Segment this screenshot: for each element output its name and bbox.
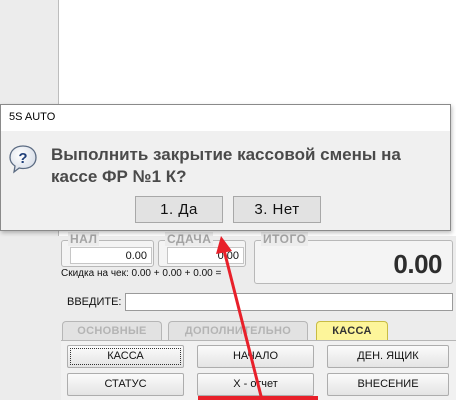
status-button[interactable]: СТАТУС bbox=[67, 373, 184, 396]
vnesenie-button[interactable]: ВНЕСЕНИЕ bbox=[327, 373, 449, 396]
dialog-titlebar[interactable]: 5S AUTO bbox=[1, 105, 450, 131]
tab-kassa[interactable]: КАССА bbox=[316, 321, 388, 340]
svg-text:?: ? bbox=[18, 150, 27, 167]
kassa-tab-panel: КАССА НАЧАЛО ДЕН. ЯЩИК СТАТУС Х - отчет … bbox=[61, 340, 456, 400]
tab-osnovnye[interactable]: ОСНОВНЫЕ bbox=[62, 321, 162, 340]
x-otchet-button[interactable]: Х - отчет bbox=[197, 373, 314, 396]
no-button[interactable]: 3. Нет bbox=[233, 196, 321, 223]
kassa-button[interactable]: КАССА bbox=[67, 345, 184, 368]
discount-line: Скидка на чек: 0.00 + 0.00 + 0.00 = bbox=[61, 268, 222, 279]
confirm-dialog: 5S AUTO ? Выполнить закрытие кассовой см… bbox=[0, 104, 451, 231]
sdacha-label: СДАЧА bbox=[165, 232, 214, 246]
itogo-value: 0.00 bbox=[393, 249, 442, 279]
nachalo-button[interactable]: НАЧАЛО bbox=[197, 345, 314, 368]
input-label: ВВЕДИТЕ: bbox=[67, 296, 122, 308]
question-icon: ? bbox=[9, 145, 37, 174]
sdacha-group: СДАЧА 0.00 bbox=[158, 232, 246, 267]
nal-label: НАЛ bbox=[68, 232, 100, 246]
tab-dopolnitelno[interactable]: ДОПОЛНИТЕЛЬНО bbox=[168, 321, 308, 340]
dialog-message: Выполнить закрытие кассовой смены на кас… bbox=[51, 145, 401, 186]
dialog-title: 5S AUTO bbox=[9, 111, 56, 123]
nal-group: НАЛ 0.00 bbox=[61, 232, 154, 267]
den-yashik-button[interactable]: ДЕН. ЯЩИК bbox=[327, 345, 449, 368]
command-input[interactable] bbox=[125, 293, 453, 311]
nal-value[interactable]: 0.00 bbox=[70, 247, 152, 264]
yes-button[interactable]: 1. Да bbox=[135, 196, 223, 223]
app-window: НАЛ 0.00 СДАЧА 0.00 ИТОГО 0.00 Скидка на… bbox=[0, 0, 456, 400]
itogo-group: ИТОГО 0.00 bbox=[254, 232, 453, 284]
itogo-label: ИТОГО bbox=[261, 232, 309, 246]
sdacha-value: 0.00 bbox=[167, 247, 244, 264]
